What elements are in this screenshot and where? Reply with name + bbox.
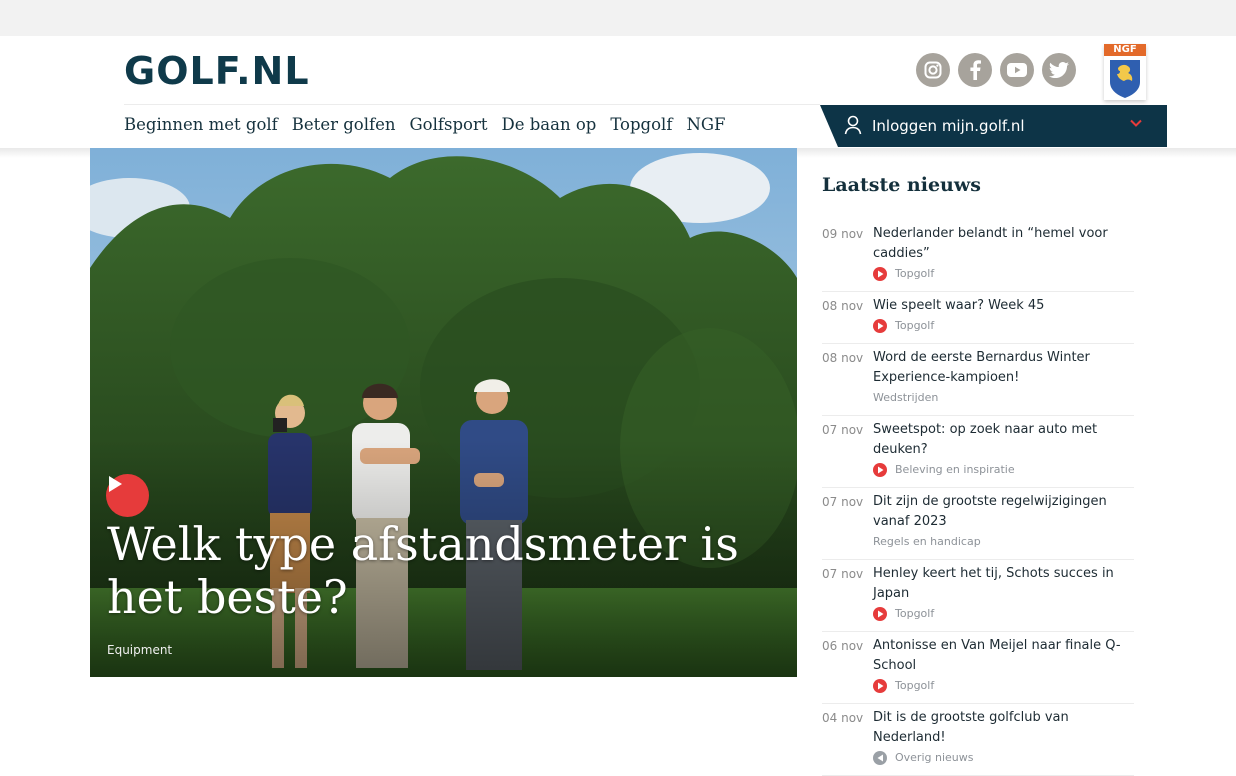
news-category-label: Beleving en inspiratie [895, 463, 1015, 476]
news-item[interactable]: 07 nov Henley keert het tij, Schots succe… [822, 560, 1134, 632]
nav-divider [124, 104, 820, 105]
play-icon [873, 319, 887, 333]
news-item[interactable]: 04 nov Dit is de grootste golfclub van Ne… [822, 704, 1134, 776]
news-item[interactable]: 08 nov Word de eerste Bernardus Winter Ex… [822, 344, 1134, 416]
hero-article[interactable]: Welk type afstandsmeter is het beste? Eq… [90, 148, 797, 677]
hero-category[interactable]: Equipment [107, 643, 172, 657]
news-title[interactable]: Word de eerste Bernardus Winter Experien… [873, 348, 1134, 388]
news-date: 09 nov [822, 227, 864, 241]
news-item[interactable]: 08 nov Wie speelt waar? Week 45 Topgolf [822, 292, 1134, 344]
play-icon [109, 476, 122, 492]
nav-item-ngf[interactable]: NGF [686, 114, 725, 136]
nav-item-beter-golfen[interactable]: Beter golfen [292, 114, 396, 136]
golf-nl-logo[interactable]: GOLF.NL [124, 51, 310, 91]
site-header: GOLF.NL NGF Beginnen met golf Beter golf… [0, 36, 1236, 148]
news-item[interactable]: 07 nov Sweetspot: op zoek naar auto met d… [822, 416, 1134, 488]
news-date: 07 nov [822, 567, 864, 581]
nav-item-beginnen-met-golf[interactable]: Beginnen met golf [124, 114, 278, 136]
news-title[interactable]: Dit zijn de grootste regelwijzigingen va… [873, 492, 1134, 532]
play-icon [873, 679, 887, 693]
hero-title[interactable]: Welk type afstandsmeter is het beste? [107, 518, 767, 624]
top-strip [0, 0, 1236, 36]
nav-item-golfsport[interactable]: Golfsport [410, 114, 488, 136]
news-category[interactable]: Wedstrijden [873, 389, 1134, 407]
twitter-icon[interactable] [1042, 53, 1076, 87]
login-label: Inloggen mijn.golf.nl [872, 117, 1025, 135]
news-category[interactable]: Topgolf [873, 317, 1134, 335]
video-play-button[interactable] [106, 474, 149, 517]
news-date: 08 nov [822, 299, 864, 313]
facebook-icon[interactable] [958, 53, 992, 87]
news-category-label: Topgolf [895, 319, 935, 332]
news-item[interactable]: 07 nov Dit zijn de grootste regelwijzigin… [822, 488, 1134, 560]
news-date: 07 nov [822, 423, 864, 437]
news-category-label: Wedstrijden [873, 391, 939, 404]
news-title[interactable]: Dit is de grootste golfclub van Nederlan… [873, 708, 1134, 748]
news-title[interactable]: Wie speelt waar? Week 45 [873, 296, 1134, 316]
news-category-label: Overig nieuws [895, 751, 974, 764]
news-category[interactable]: Topgolf [873, 265, 1134, 283]
news-list: 09 nov Nederlander belandt in “hemel voor… [822, 220, 1134, 776]
back-arrow-icon [873, 751, 887, 765]
news-category-label: Regels en handicap [873, 535, 981, 548]
news-category-label: Topgolf [895, 679, 935, 692]
news-title[interactable]: Sweetspot: op zoek naar auto met deuken? [873, 420, 1134, 460]
play-icon [873, 267, 887, 281]
news-item[interactable]: 06 nov Antonisse en Van Meijel naar final… [822, 632, 1134, 704]
nav-item-topgolf[interactable]: Topgolf [610, 114, 672, 136]
user-icon [844, 115, 862, 135]
news-category[interactable]: Topgolf [873, 605, 1134, 623]
news-category[interactable]: Overig nieuws [873, 749, 1134, 767]
social-links [916, 53, 1076, 87]
ngf-badge-label: NGF [1104, 44, 1146, 56]
news-category-label: Topgolf [895, 607, 935, 620]
news-date: 08 nov [822, 351, 864, 365]
youtube-icon[interactable] [1000, 53, 1034, 87]
play-icon [873, 463, 887, 477]
news-date: 07 nov [822, 495, 864, 509]
ngf-badge[interactable]: NGF [1104, 44, 1146, 100]
news-date: 06 nov [822, 639, 864, 653]
login-button[interactable]: Inloggen mijn.golf.nl [820, 105, 1167, 147]
latest-news: Laatste nieuws 09 nov Nederlander belandt… [822, 172, 1134, 776]
news-item[interactable]: 09 nov Nederlander belandt in “hemel voor… [822, 220, 1134, 292]
play-icon [873, 607, 887, 621]
news-category[interactable]: Regels en handicap [873, 533, 1134, 551]
nav-item-de-baan-op[interactable]: De baan op [501, 114, 596, 136]
ngf-lion-crest-icon [1110, 60, 1140, 98]
main-nav: Beginnen met golf Beter golfen Golfsport… [124, 114, 740, 136]
news-category[interactable]: Beleving en inspiratie [873, 461, 1134, 479]
chevron-down-icon [1130, 119, 1142, 127]
instagram-icon[interactable] [916, 53, 950, 87]
news-date: 04 nov [822, 711, 864, 725]
news-category[interactable]: Topgolf [873, 677, 1134, 695]
latest-news-heading: Laatste nieuws [822, 174, 981, 196]
news-title[interactable]: Antonisse en Van Meijel naar finale Q-Sc… [873, 636, 1134, 676]
news-category-label: Topgolf [895, 267, 935, 280]
news-title[interactable]: Nederlander belandt in “hemel voor caddi… [873, 224, 1134, 264]
news-title[interactable]: Henley keert het tij, Schots succes in J… [873, 564, 1134, 604]
